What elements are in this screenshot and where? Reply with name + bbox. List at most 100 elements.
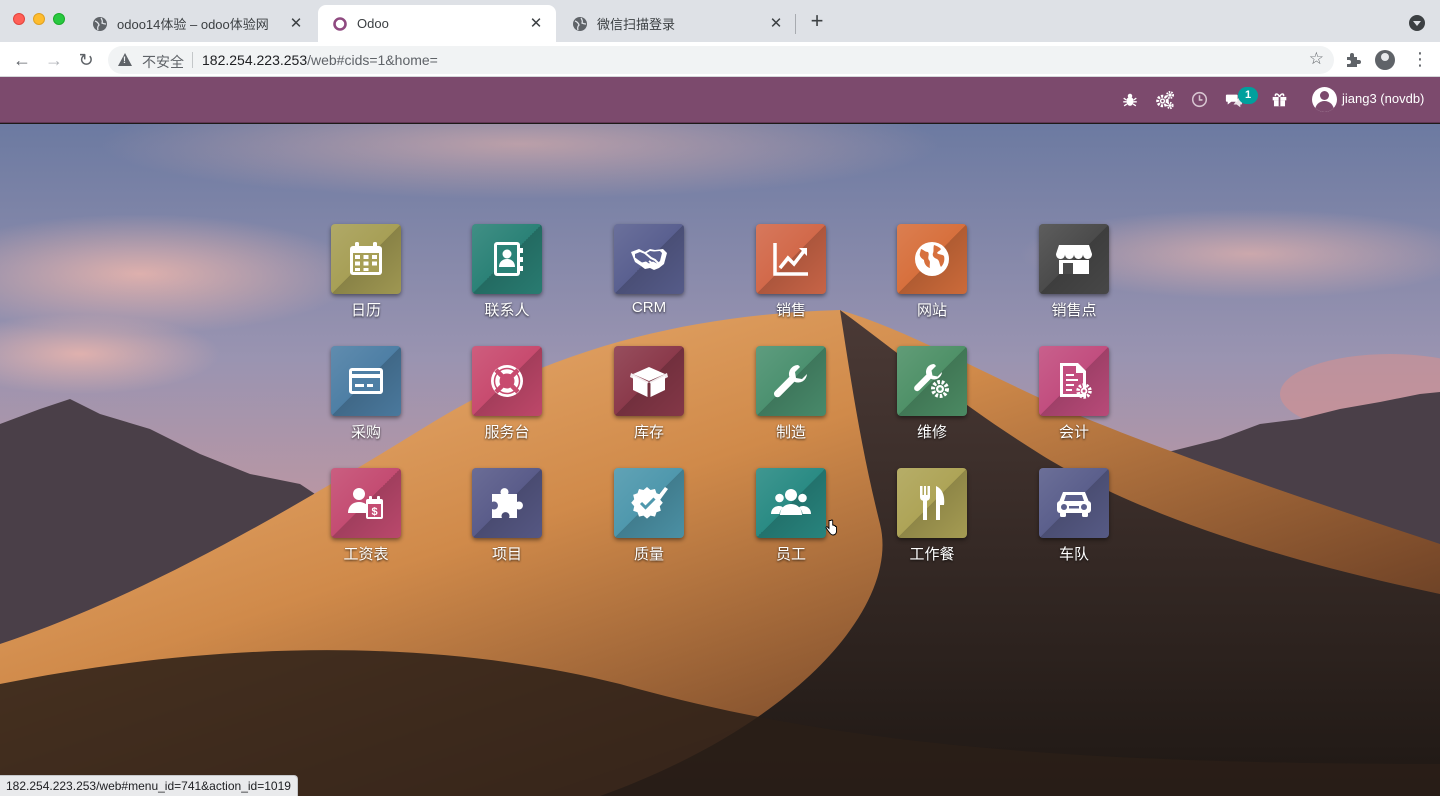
security-label[interactable]: 不安全 <box>142 52 184 72</box>
app-tile[interactable]: $ 工资表 <box>311 468 421 568</box>
address-separator <box>192 52 193 68</box>
app-glyph <box>914 364 949 398</box>
app-tile[interactable]: 项目 <box>452 468 562 568</box>
app-label[interactable]: CRM <box>594 299 704 316</box>
app-tile[interactable]: 工作餐 <box>877 468 987 568</box>
app-tile[interactable]: 网站 <box>877 224 987 324</box>
back-arrow-icon[interactable]: ← <box>10 48 34 72</box>
wrench-cog-icon[interactable] <box>897 346 967 416</box>
tab-odoo[interactable]: Odoo ✕ <box>318 5 556 42</box>
app-tile[interactable]: CRM <box>594 224 704 324</box>
app-label[interactable]: 网站 <box>877 299 987 320</box>
app-label[interactable]: 员工 <box>736 543 846 564</box>
chart-line-icon[interactable] <box>756 224 826 294</box>
warning-icon[interactable] <box>118 53 132 66</box>
puzzle-icon[interactable] <box>472 468 542 538</box>
cutlery-icon[interactable] <box>897 468 967 538</box>
app-label[interactable]: 采购 <box>311 421 421 442</box>
lifebuoy-icon[interactable] <box>472 346 542 416</box>
app-label[interactable]: 工作餐 <box>877 543 987 564</box>
address-bar[interactable]: 不安全 182.254.223.253/web#cids=1&home= ☆ <box>108 46 1334 74</box>
gears-icon[interactable] <box>1155 90 1175 110</box>
invoice-icon[interactable] <box>1039 346 1109 416</box>
app-label[interactable]: 维修 <box>877 421 987 442</box>
minimize-window-button[interactable] <box>33 13 45 25</box>
app-tile[interactable]: 制造 <box>736 346 846 446</box>
app-glyph <box>491 365 523 397</box>
profile-avatar-icon[interactable] <box>1375 50 1395 70</box>
tab-title: 微信扫描登录 <box>597 17 676 32</box>
app-label[interactable]: 库存 <box>594 421 704 442</box>
contacts-icon[interactable] <box>472 224 542 294</box>
wrench-icon[interactable] <box>756 346 826 416</box>
quality-badge-icon[interactable] <box>614 468 684 538</box>
close-window-button[interactable] <box>13 13 25 25</box>
app-label[interactable]: 项目 <box>452 543 562 564</box>
app-tile[interactable]: 采购 <box>311 346 421 446</box>
payroll-icon[interactable]: $ <box>331 468 401 538</box>
users-icon[interactable] <box>756 468 826 538</box>
app-tile[interactable]: 联系人 <box>452 224 562 324</box>
tab-close-button[interactable]: ✕ <box>288 15 304 32</box>
extensions-puzzle-icon[interactable] <box>1344 50 1364 70</box>
app-tile[interactable]: 库存 <box>594 346 704 446</box>
user-menu[interactable]: jiang3 (novdb) <box>1342 91 1424 106</box>
app-tile[interactable]: 日历 <box>311 224 421 324</box>
app-glyph <box>492 488 523 518</box>
app-tile[interactable]: 质量 <box>594 468 704 568</box>
app-tile[interactable]: 员工 <box>736 468 846 568</box>
app-tile[interactable]: 会计 <box>1019 346 1129 446</box>
odoo-icon <box>333 16 347 31</box>
app-glyph <box>631 487 668 519</box>
app-label[interactable]: 联系人 <box>452 299 562 320</box>
box-icon[interactable] <box>614 346 684 416</box>
app-tile[interactable]: 销售 <box>736 224 846 324</box>
bug-icon[interactable] <box>1121 91 1139 109</box>
odoo-navbar <box>0 77 1440 123</box>
reload-icon[interactable]: ↻ <box>74 48 98 72</box>
gift-icon[interactable] <box>1271 91 1288 108</box>
tab-close-button[interactable]: ✕ <box>768 15 784 32</box>
tab-close-button[interactable]: ✕ <box>528 15 544 32</box>
app-label[interactable]: 工资表 <box>311 543 421 564</box>
globe-icon[interactable] <box>897 224 967 294</box>
app-glyph <box>915 242 949 276</box>
app-label[interactable]: 质量 <box>594 543 704 564</box>
calendar-icon[interactable] <box>331 224 401 294</box>
message-count-badge: 1 <box>1238 87 1258 104</box>
tab-odoo14-experience[interactable]: odoo14体验 – odoo体验网 ✕ <box>78 5 316 42</box>
credit-card-icon[interactable] <box>331 346 401 416</box>
app-label[interactable]: 会计 <box>1019 421 1129 442</box>
app-label[interactable]: 销售 <box>736 299 846 320</box>
app-glyph <box>1056 245 1092 274</box>
url-text[interactable]: 182.254.223.253/web#cids=1&home= <box>202 52 438 68</box>
app-launcher-background: 日历 联系人 CRM 销售 网站 销售点采购 服务台 库存 制造 维修 会计 $ 工资表 项目 质量 员工 工作… <box>0 124 1440 796</box>
app-glyph <box>920 486 945 520</box>
globe-icon <box>573 16 587 31</box>
new-tab-button[interactable]: + <box>806 10 828 33</box>
app-label[interactable]: 销售点 <box>1019 299 1129 320</box>
app-tile[interactable]: 销售点 <box>1019 224 1129 324</box>
status-bar-url: 182.254.223.253/web#menu_id=741&action_i… <box>0 775 298 796</box>
handshake-icon[interactable] <box>614 224 684 294</box>
app-tile[interactable]: 车队 <box>1019 468 1129 568</box>
browser-tab-strip: odoo14体验 – odoo体验网 ✕ Odoo ✕ 微信扫描登录 ✕ + <box>0 0 1440 42</box>
app-label[interactable]: 车队 <box>1019 543 1129 564</box>
app-tile[interactable]: 维修 <box>877 346 987 446</box>
tab-search-menu-icon[interactable] <box>1409 15 1425 31</box>
tab-title: Odoo <box>357 16 389 31</box>
app-label[interactable]: 制造 <box>736 421 846 442</box>
app-label[interactable]: 日历 <box>311 299 421 320</box>
app-label[interactable]: 服务台 <box>452 421 562 442</box>
maximize-window-button[interactable] <box>53 13 65 25</box>
forward-arrow-icon[interactable]: → <box>42 48 66 72</box>
clock-icon[interactable] <box>1191 91 1208 108</box>
app-glyph <box>349 368 383 394</box>
browser-menu-icon[interactable]: ⋮ <box>1410 50 1430 70</box>
store-icon[interactable] <box>1039 224 1109 294</box>
tab-wechat-login[interactable]: 微信扫描登录 ✕ <box>558 5 796 42</box>
user-avatar[interactable] <box>1312 87 1337 112</box>
bookmark-star-icon[interactable]: ☆ <box>1309 49 1324 69</box>
car-icon[interactable] <box>1039 468 1109 538</box>
app-tile[interactable]: 服务台 <box>452 346 562 446</box>
